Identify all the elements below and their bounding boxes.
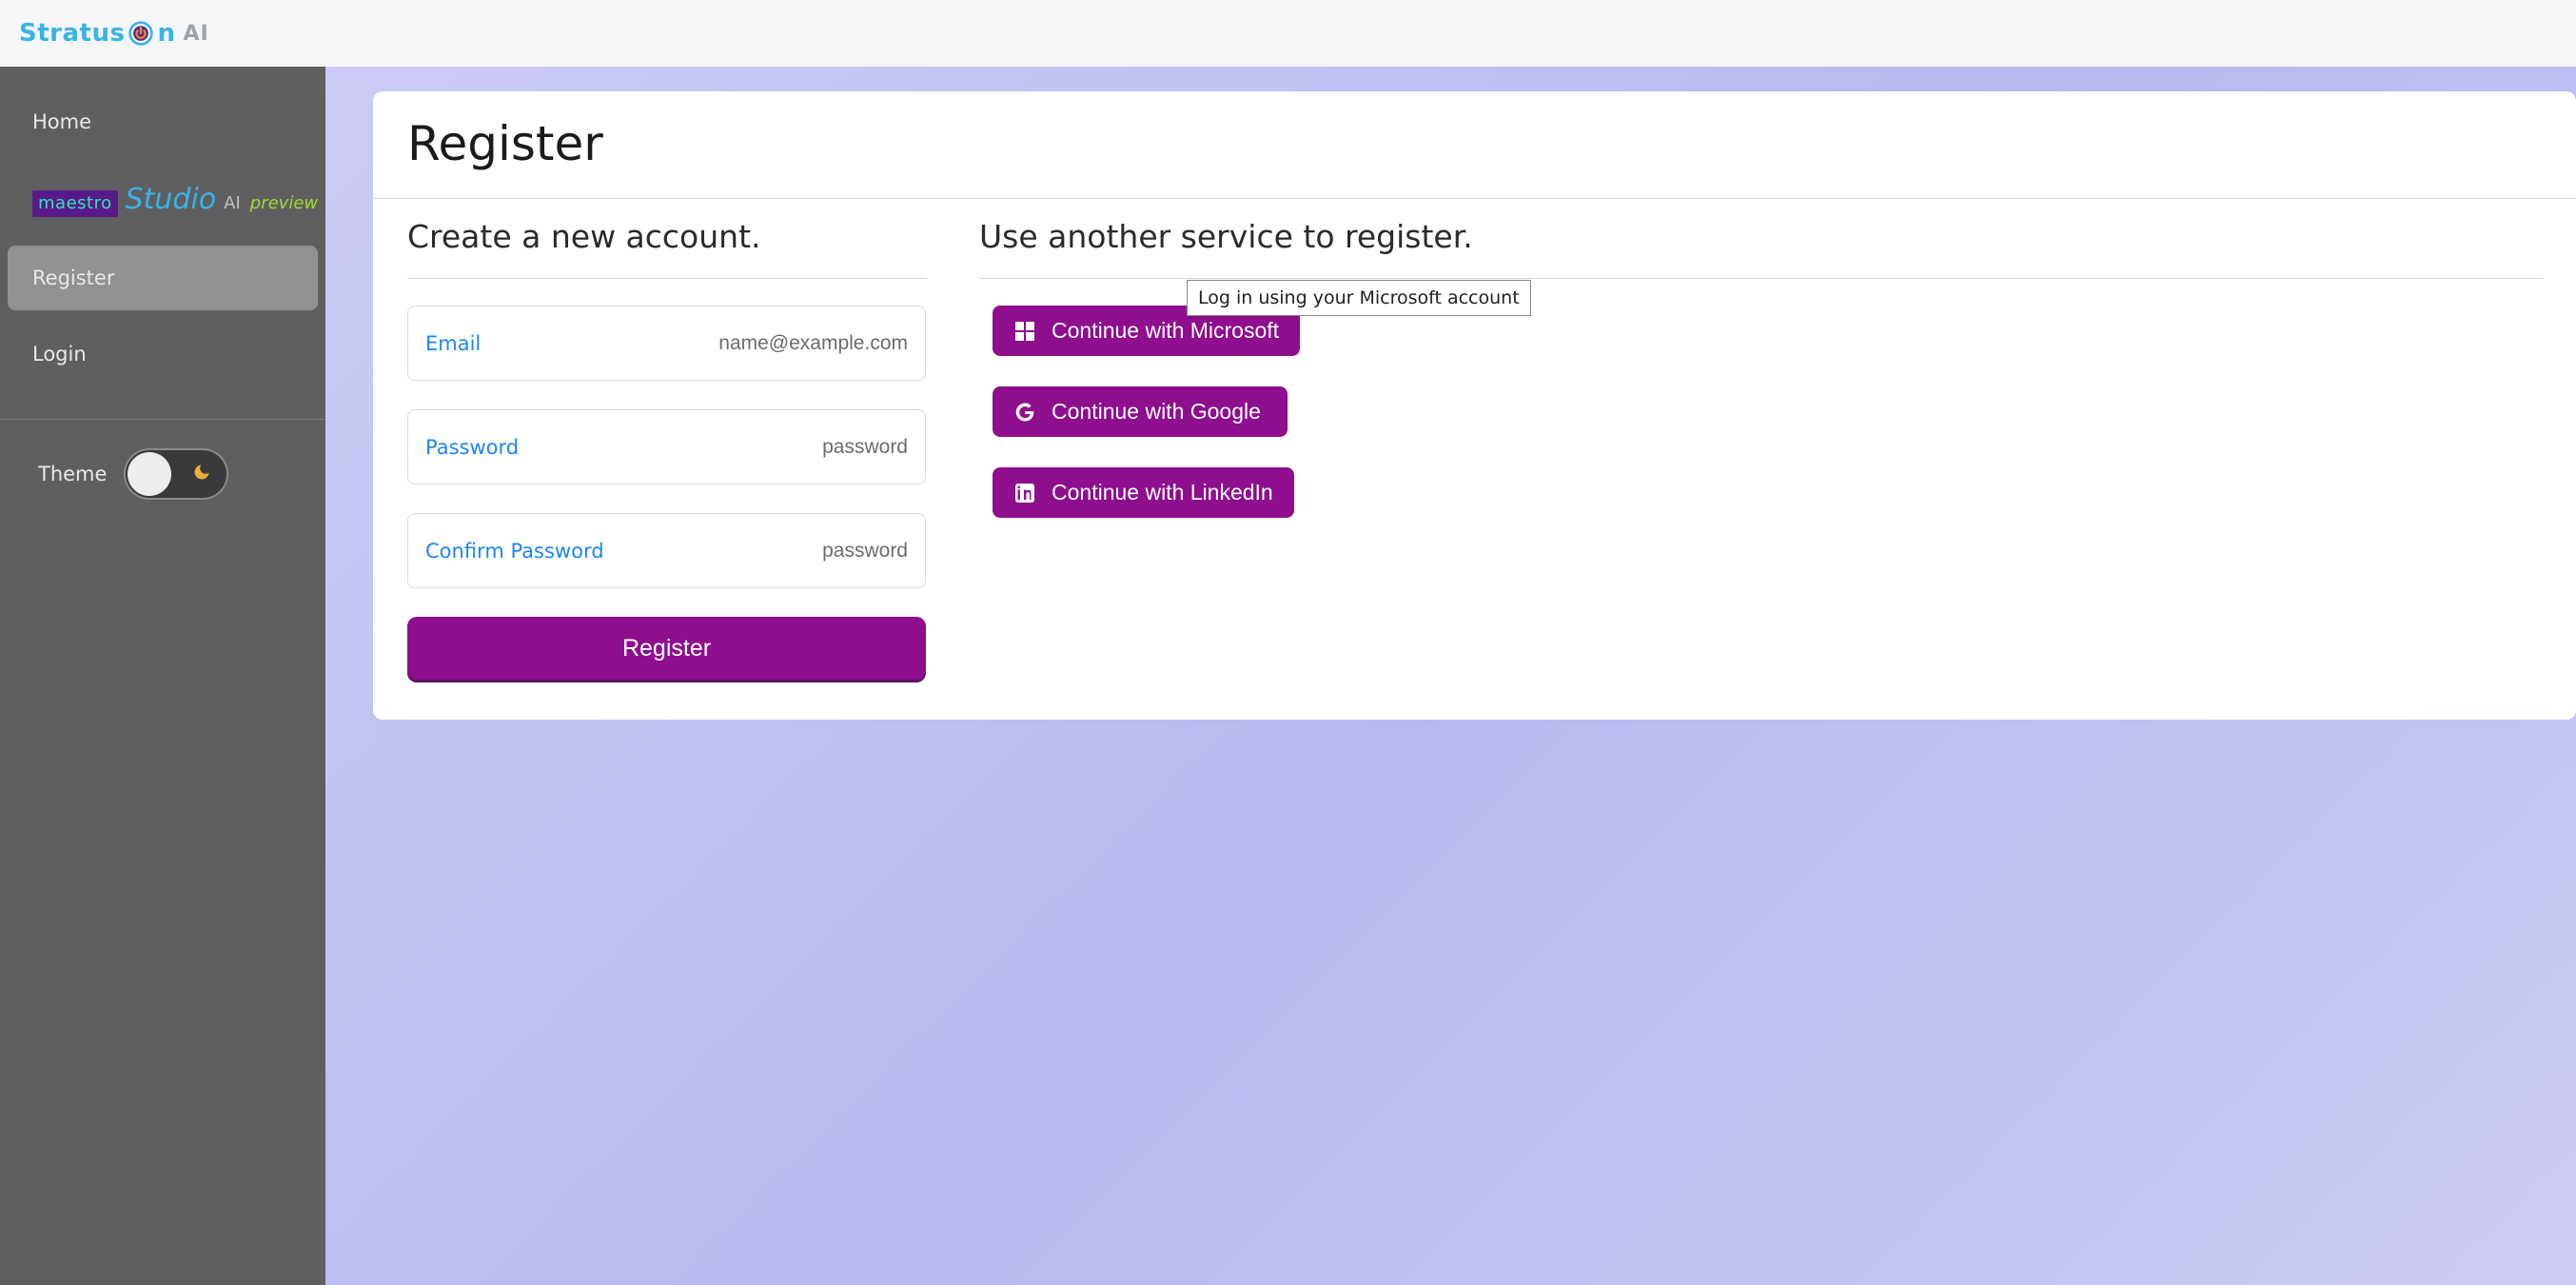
- google-icon: [1013, 401, 1036, 424]
- sidebar-item-label: Home: [32, 110, 91, 133]
- power-icon: [128, 20, 154, 47]
- theme-label: Theme: [38, 463, 107, 485]
- sidebar-divider: [0, 419, 325, 420]
- logo-text-n: n: [157, 19, 175, 48]
- email-label: Email: [425, 332, 481, 355]
- theme-toggle[interactable]: [124, 448, 228, 500]
- studio-label: Studio: [126, 183, 217, 216]
- sidebar-item-label: Register: [32, 267, 114, 289]
- main-content: Register Create a new account. Email Pas…: [325, 67, 2576, 1285]
- register-button[interactable]: Register: [407, 617, 926, 680]
- email-field-wrapper: Email: [407, 306, 926, 381]
- register-card: Register Create a new account. Email Pas…: [373, 91, 2576, 720]
- continue-with-linkedin-button[interactable]: Continue with LinkedIn: [993, 467, 1294, 518]
- logo-text-ai: AI: [183, 22, 208, 46]
- confirm-password-field[interactable]: [604, 540, 908, 563]
- microsoft-tooltip: Log in using your Microsoft account: [1187, 280, 1531, 316]
- sidebar-item-maestro-studio[interactable]: maestro Studio AI preview: [8, 166, 318, 234]
- sidebar-item-login[interactable]: Login: [8, 322, 318, 386]
- password-field-wrapper: Password: [407, 409, 926, 484]
- topbar: Stratus n AI: [0, 0, 2576, 67]
- studio-preview-label: preview: [250, 193, 318, 213]
- oauth-button-label: Continue with LinkedIn: [1052, 480, 1273, 505]
- sidebar-item-label: Login: [32, 343, 87, 366]
- email-field[interactable]: [481, 332, 908, 355]
- password-label: Password: [425, 436, 519, 459]
- sidebar-item-home[interactable]: Home: [8, 89, 318, 154]
- logo-text-stratus: Stratus: [19, 19, 125, 48]
- linkedin-icon: [1013, 482, 1036, 504]
- create-account-heading: Create a new account.: [407, 218, 926, 279]
- toggle-knob: [128, 452, 171, 496]
- microsoft-icon: [1013, 320, 1036, 343]
- oauth-button-label: Continue with Google: [1052, 399, 1261, 425]
- continue-with-google-button[interactable]: Continue with Google: [993, 386, 1288, 437]
- password-field[interactable]: [519, 436, 908, 459]
- card-divider: [373, 198, 2576, 199]
- confirm-password-field-wrapper: Confirm Password: [407, 513, 926, 588]
- brand-logo[interactable]: Stratus n AI: [19, 19, 209, 48]
- oauth-button-label: Continue with Microsoft: [1052, 318, 1279, 344]
- studio-ai-label: AI: [224, 193, 241, 213]
- moon-icon: [192, 463, 211, 486]
- confirm-password-label: Confirm Password: [425, 540, 604, 563]
- sidebar-item-register[interactable]: Register: [8, 246, 318, 310]
- studio-maestro-badge: maestro: [32, 190, 118, 217]
- sidebar: Home maestro Studio AI preview Register …: [0, 67, 325, 1285]
- external-register-heading: Use another service to register.: [979, 218, 2542, 279]
- page-title: Register: [373, 91, 2576, 198]
